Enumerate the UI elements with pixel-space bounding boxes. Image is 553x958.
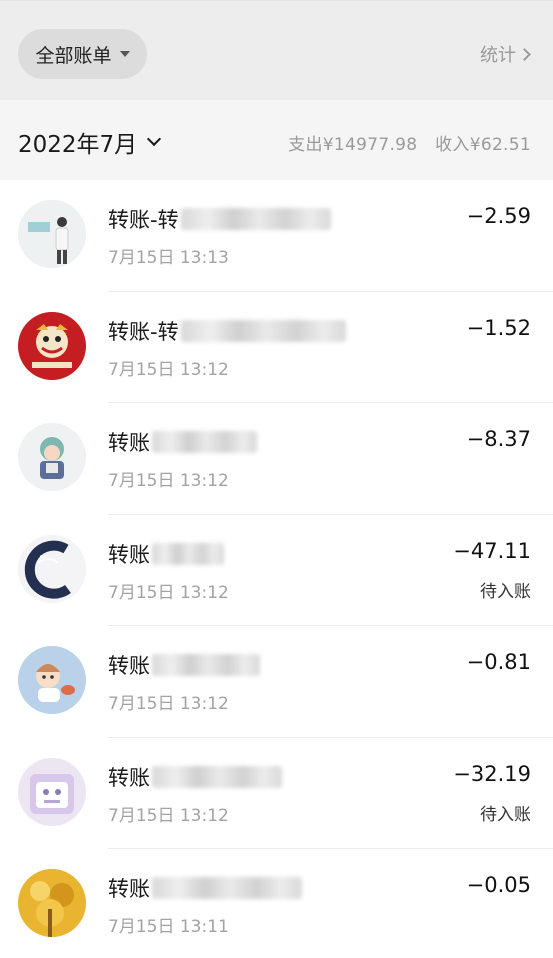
redacted-text [152,542,224,565]
transaction-time: 7月15日 13:12 [108,694,229,714]
statistics-link[interactable]: 统计 [480,41,531,67]
transaction-time: 7月15日 13:12 [108,359,229,380]
redacted-text [152,654,260,676]
pending-status: 待入账 [480,581,531,602]
transaction-amount: −0.05 [466,873,531,897]
transaction-time: 7月15日 13:12 [108,471,229,491]
transaction-time: 7月15日 13:12 [108,582,229,603]
avatar [18,757,86,826]
transaction-row[interactable]: 转账 7月15日 13:11 −0.05 [0,849,553,958]
bill-filter-button[interactable]: 全部账单 [18,29,147,79]
redacted-text [152,765,282,788]
bill-filter-label: 全部账单 [35,44,112,67]
transaction-row[interactable]: 转账-转 7月15日 13:12 −1.52 [0,291,553,403]
transaction-title: 转账 [108,427,257,457]
transaction-row[interactable]: 转账-转 7月15日 13:13 −2.59 [0,180,553,292]
avatar [18,646,86,714]
transaction-amount: −47.11 [453,538,531,563]
pending-status: 待入账 [480,804,531,825]
transaction-title: 转账 [108,762,282,792]
redacted-text [180,208,331,230]
transaction-row[interactable]: 转账 7月15日 13:12 −47.11 待入账 [0,514,553,626]
month-selector[interactable]: 2022年7月 [18,125,162,159]
transaction-amount: −8.37 [466,427,531,451]
redacted-text [152,431,257,453]
avatar [18,200,86,268]
month-label: 2022年7月 [18,132,138,158]
avatar [18,534,86,603]
chevron-down-icon [147,131,162,146]
transaction-amount: −2.59 [466,204,531,228]
transaction-time: 7月15日 13:13 [108,248,229,268]
transaction-time: 7月15日 13:12 [108,805,229,826]
transaction-title: 转账 [108,539,224,569]
transaction-title: 转账 [108,650,260,680]
avatar [18,311,86,380]
transaction-row[interactable]: 转账 7月15日 13:12 −8.37 [0,403,553,515]
avatar [18,423,86,491]
transaction-time: 7月15日 13:11 [108,917,229,937]
caret-down-icon [119,51,130,57]
avatar [18,869,86,937]
transaction-amount: −0.81 [466,650,531,674]
transaction-list: 转账-转 7月15日 13:13 −2.59 转账-转 7月15日 13:12 … [0,180,553,958]
transaction-amount: −1.52 [466,315,531,340]
expense-total: 支出¥14977.98 [288,135,418,155]
month-totals: 支出¥14977.98 收入¥62.51 [288,130,531,155]
top-bar: 全部账单 统计 [0,0,553,100]
income-total: 收入¥62.51 [435,135,531,155]
transaction-row[interactable]: 转账 7月15日 13:12 −0.81 [0,626,553,738]
transaction-row[interactable]: 转账 7月15日 13:12 −32.19 待入账 [0,737,553,849]
transaction-amount: −32.19 [453,761,531,786]
transaction-title: 转账 [108,873,302,903]
transaction-title: 转账-转 [108,316,346,346]
redacted-text [152,877,302,899]
month-summary-bar: 2022年7月 支出¥14977.98 收入¥62.51 [0,100,553,180]
chevron-right-icon [518,47,531,61]
transaction-title: 转账-转 [108,204,331,234]
redacted-text [180,319,346,342]
statistics-label: 统计 [480,45,516,66]
